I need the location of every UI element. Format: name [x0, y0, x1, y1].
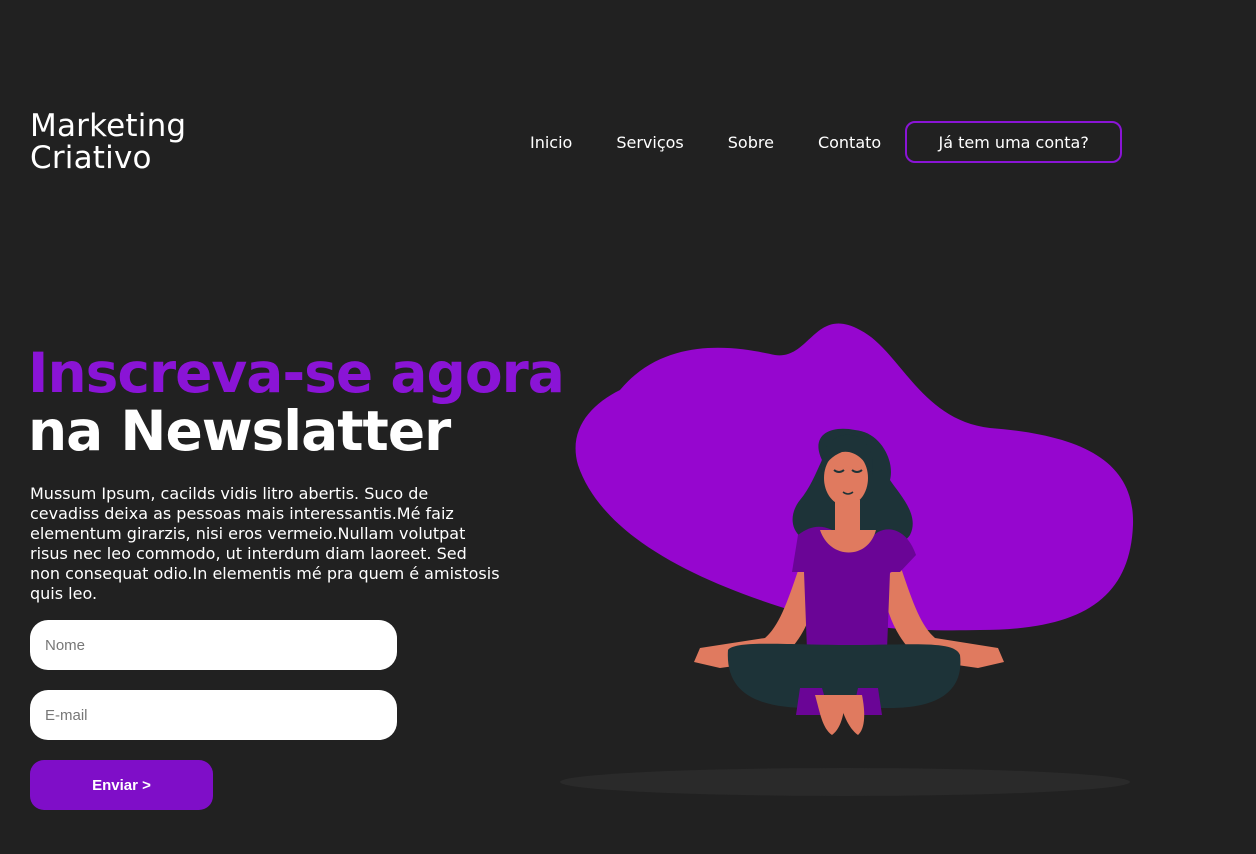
nav-item-sobre[interactable]: Sobre — [728, 133, 774, 152]
hero-headline: Inscreva-se agora na Newslatter — [28, 341, 565, 463]
illustration-svg — [560, 323, 1134, 796]
account-login-button[interactable]: Já tem uma conta? — [905, 121, 1123, 163]
brand-logo[interactable]: Marketing Criativo — [30, 110, 186, 174]
brand-line-1: Marketing — [30, 108, 187, 144]
submit-button[interactable]: Enviar > — [30, 760, 213, 810]
landing-page: Marketing Criativo Inicio Serviços Sobre… — [0, 0, 1256, 854]
main-nav: Inicio Serviços Sobre Contato Já tem uma… — [508, 119, 1123, 165]
meditating-woman-illustration — [560, 310, 1160, 810]
nav-item-contato[interactable]: Contato — [818, 133, 881, 152]
nav-item-servicos[interactable]: Serviços — [616, 133, 683, 152]
headline-accent: Inscreva-se agora — [28, 341, 565, 405]
brand-line-2: Criativo — [30, 140, 152, 176]
floor-shadow — [560, 768, 1130, 796]
name-input[interactable] — [30, 620, 397, 670]
headline-main: na Newslatter — [28, 399, 451, 463]
hero-description: Mussum Ipsum, cacilds vidis litro aberti… — [30, 484, 500, 603]
email-input[interactable] — [30, 690, 397, 740]
nav-item-inicio[interactable]: Inicio — [530, 133, 572, 152]
